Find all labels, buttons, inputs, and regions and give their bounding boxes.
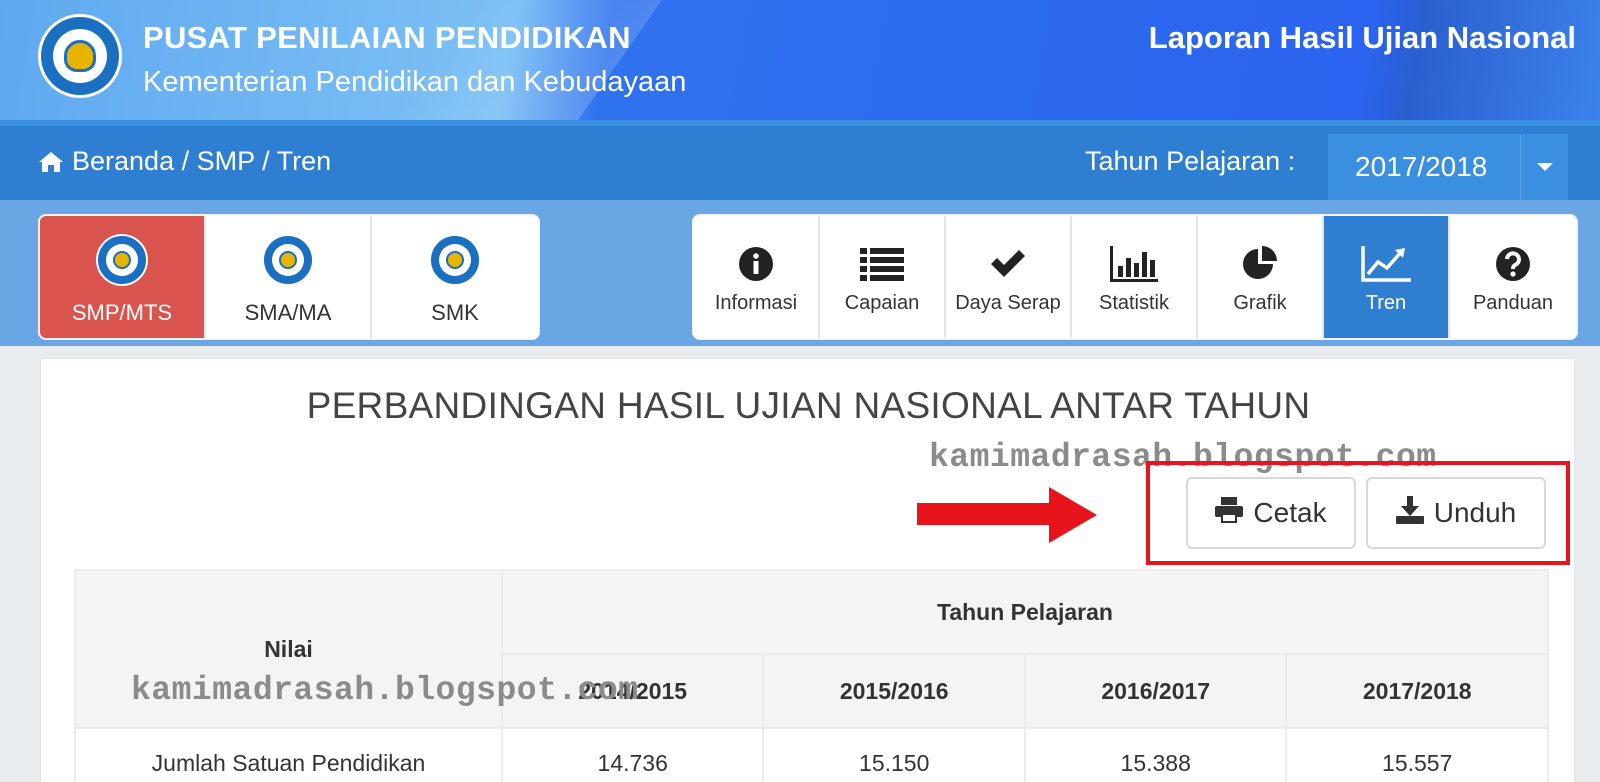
list-icon xyxy=(860,246,904,282)
level-tab-label: SMA/MA xyxy=(244,300,332,325)
breadcrumb[interactable]: Beranda / SMP / Tren xyxy=(38,146,331,177)
home-icon[interactable] xyxy=(38,150,64,174)
report-title: Laporan Hasil Ujian Nasional xyxy=(1148,20,1576,55)
chevron-down-icon[interactable] xyxy=(1520,134,1568,200)
download-button[interactable]: Unduh xyxy=(1366,477,1546,549)
pie-chart-icon xyxy=(1241,246,1279,282)
table-cell: 15.557 xyxy=(1285,727,1549,782)
app-header: PUSAT PENILAIAN PENDIDIKAN Kementerian P… xyxy=(0,0,1600,120)
menu-label: Capaian xyxy=(844,292,920,314)
report-menu: Informasi Capaian Daya Serap Statistik G… xyxy=(692,214,1578,340)
check-icon xyxy=(988,246,1028,282)
year-select-value[interactable]: 2017/2018 xyxy=(1328,151,1520,183)
row-label: Jumlah Satuan Pendidikan xyxy=(74,727,503,782)
org-subtitle: Kementerian Pendidikan dan Kebudayaan xyxy=(143,66,687,98)
download-icon xyxy=(1395,495,1424,531)
info-circle-icon xyxy=(738,246,774,282)
header-decoration xyxy=(397,0,663,120)
table-row: Jumlah Satuan Pendidikan 14.736 15.150 1… xyxy=(74,727,1549,782)
line-chart-icon xyxy=(1361,246,1411,282)
menu-label: Informasi xyxy=(714,292,798,314)
menu-informasi[interactable]: Informasi xyxy=(694,216,820,338)
logo-icon xyxy=(429,234,481,286)
print-label: Cetak xyxy=(1253,497,1327,528)
bar-chart-icon xyxy=(1110,246,1158,282)
table-header-year: 2017/2018 xyxy=(1285,653,1549,729)
level-tab-label: SMK xyxy=(431,300,479,325)
logo-icon xyxy=(96,234,148,286)
menu-label: Grafik xyxy=(1233,292,1287,314)
level-tabs: SMP/MTS SMA/MA SMK xyxy=(38,214,540,340)
menu-grafik[interactable]: Grafik xyxy=(1198,216,1324,338)
table-header-year: 2016/2017 xyxy=(1023,653,1288,729)
menu-statistik[interactable]: Statistik xyxy=(1072,216,1198,338)
level-tab-smp[interactable]: SMP/MTS xyxy=(40,216,206,338)
year-select[interactable]: 2017/2018 xyxy=(1328,134,1568,200)
level-tab-sma[interactable]: SMA/MA xyxy=(206,216,372,338)
menu-tren[interactable]: Tren xyxy=(1324,216,1450,338)
question-circle-icon xyxy=(1495,246,1531,282)
org-title: PUSAT PENILAIAN PENDIDIKAN xyxy=(143,20,631,55)
table-cell: 15.388 xyxy=(1023,727,1288,782)
table-cell: 15.150 xyxy=(762,727,1026,782)
print-button[interactable]: Cetak xyxy=(1186,477,1356,549)
level-tab-smk[interactable]: SMK xyxy=(372,216,538,338)
red-arrow-annotation xyxy=(917,487,1097,543)
page-title: PERBANDINGAN HASIL UJIAN NASIONAL ANTAR … xyxy=(306,385,1311,426)
breadcrumb-text[interactable]: Beranda / SMP / Tren xyxy=(72,146,331,177)
content-panel: PERBANDINGAN HASIL UJIAN NASIONAL ANTAR … xyxy=(40,358,1575,782)
breadcrumb-bar: Beranda / SMP / Tren Tahun Pelajaran : 2… xyxy=(0,120,1600,200)
menu-capaian[interactable]: Capaian xyxy=(820,216,946,338)
print-icon xyxy=(1215,496,1244,530)
menu-daya-serap[interactable]: Daya Serap xyxy=(946,216,1072,338)
table-header-year: 2015/2016 xyxy=(762,653,1026,729)
level-tab-label: SMP/MTS xyxy=(71,300,173,325)
table-header-group: Tahun Pelajaran xyxy=(500,569,1550,655)
year-label: Tahun Pelajaran : xyxy=(1085,146,1296,176)
menu-label: Tren xyxy=(1365,292,1407,314)
kemendikbud-logo xyxy=(38,14,122,98)
menu-label: Daya Serap xyxy=(955,292,1061,314)
logo-icon xyxy=(262,234,314,286)
menu-label: Statistik xyxy=(1098,292,1170,314)
nav-row: SMP/MTS SMA/MA SMK Informasi Capaian Day… xyxy=(0,200,1600,346)
table-cell: 14.736 xyxy=(500,727,765,782)
download-label: Unduh xyxy=(1433,497,1517,528)
menu-panduan[interactable]: Panduan xyxy=(1450,216,1576,338)
watermark-text: kamimadrasah.blogspot.com xyxy=(131,672,639,709)
menu-label: Panduan xyxy=(1472,292,1554,314)
